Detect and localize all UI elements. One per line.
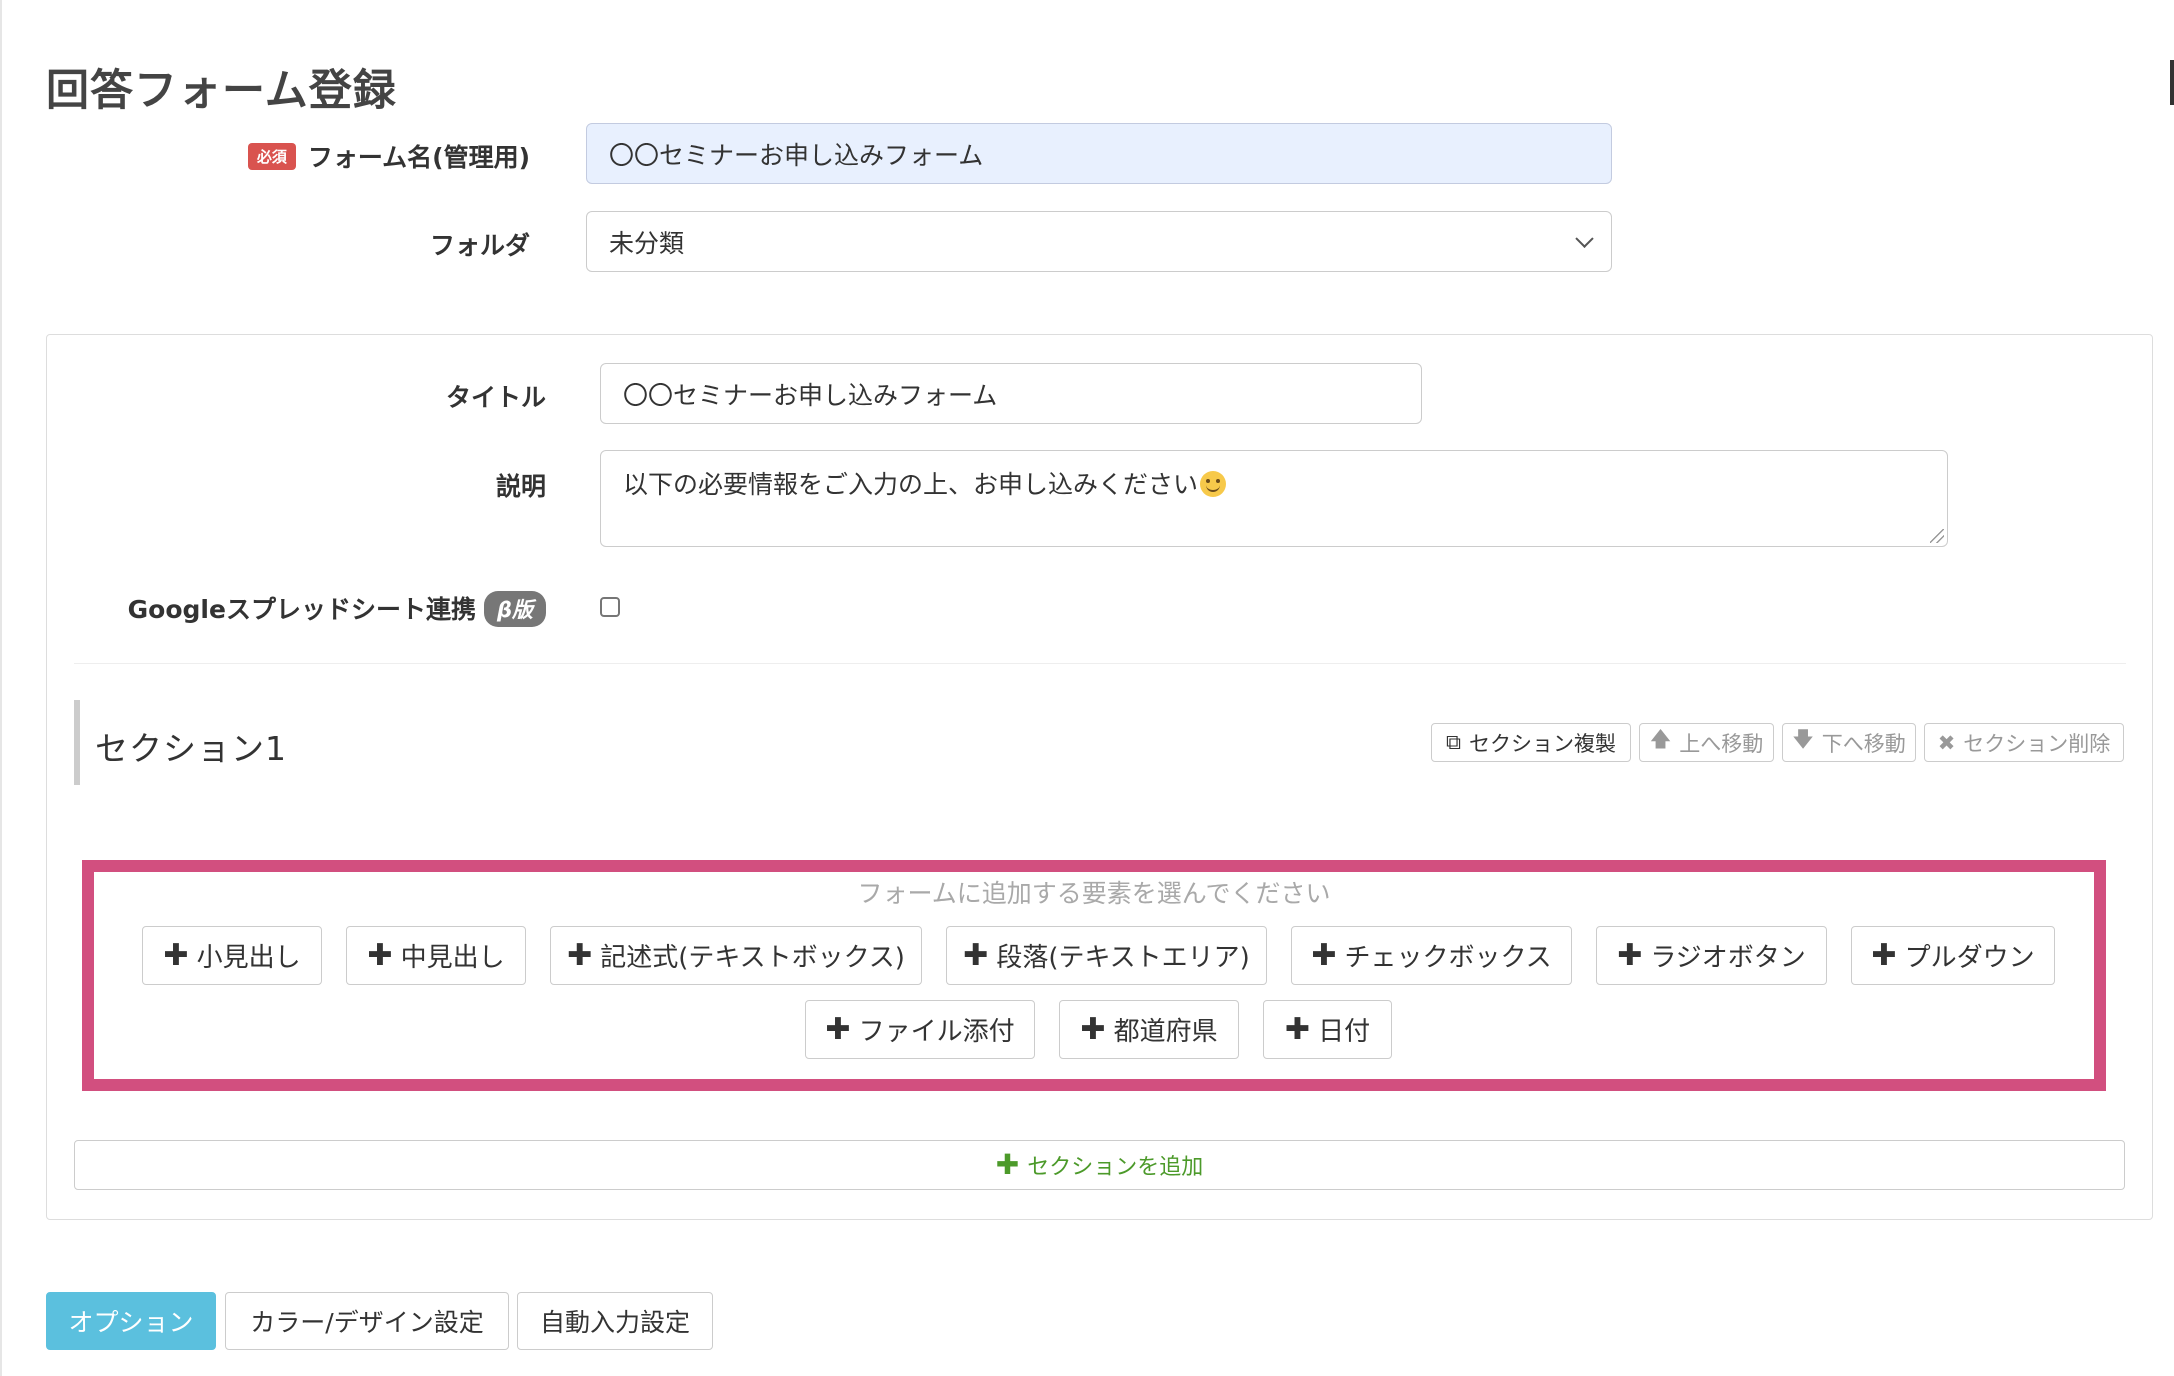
title-value: 〇〇セミナーお申し込みフォーム	[623, 380, 998, 410]
plus-icon: ✚	[367, 937, 393, 973]
plus-icon: ✚	[825, 1011, 851, 1047]
description-textarea[interactable]: 以下の必要情報をご入力の上、お申し込みください	[600, 450, 1948, 547]
folder-label: フォルダ	[429, 231, 530, 260]
plus-icon: ✚	[963, 937, 989, 973]
form-name-label-group: 必須 フォーム名(管理用)	[247, 138, 530, 174]
add-textbox-button[interactable]: ✚ 記述式(テキストボックス)	[550, 926, 922, 985]
spreadsheet-label: Googleスプレッドシート連携	[127, 595, 476, 624]
form-name-input[interactable]: 〇〇セミナーお申し込みフォーム	[586, 123, 1612, 184]
section-accent-bar	[74, 700, 80, 785]
add-radio-button[interactable]: ✚ ラジオボタン	[1596, 926, 1827, 985]
smile-emoji-icon	[1200, 471, 1227, 497]
title-label: タイトル	[445, 383, 546, 412]
arrow-up-icon: 🡅	[1649, 727, 1672, 751]
add-file-attachment-button[interactable]: ✚ ファイル添付	[805, 1000, 1035, 1059]
tab-autofill[interactable]: 自動入力設定	[517, 1292, 713, 1350]
spreadsheet-label-group: Googleスプレッドシート連携 β版	[128, 590, 546, 627]
section-title: セクション1	[95, 729, 287, 768]
plus-icon: ✚	[1284, 1011, 1311, 1047]
add-checkbox-button[interactable]: ✚ チェックボックス	[1291, 926, 1572, 985]
add-small-heading-button[interactable]: ✚ 小見出し	[142, 926, 322, 985]
description-label: 説明	[495, 472, 546, 501]
plus-icon: ✚	[1080, 1011, 1106, 1047]
duplicate-section-button[interactable]: ⧉ セクション複製	[1431, 723, 1631, 762]
copy-icon: ⧉	[1446, 730, 1461, 754]
required-badge: 必須	[247, 143, 296, 170]
add-date-button[interactable]: ✚ 日付	[1263, 1000, 1392, 1059]
beta-badge: β版	[483, 591, 546, 627]
plus-icon: ✚	[163, 937, 189, 973]
plus-icon: ✚	[567, 937, 593, 973]
chevron-down-icon	[1575, 229, 1594, 248]
add-textarea-button[interactable]: ✚ 段落(テキストエリア)	[946, 926, 1267, 985]
title-input[interactable]: 〇〇セミナーお申し込みフォーム	[600, 363, 1422, 424]
plus-icon: ✚	[1871, 937, 1897, 973]
resize-grip-icon[interactable]	[1930, 529, 1944, 543]
plus-icon: ✚	[995, 1148, 1020, 1181]
form-name-label: フォーム名(管理用)	[307, 143, 530, 172]
description-value: 以下の必要情報をご入力の上、お申し込みください	[623, 465, 1227, 501]
arrow-down-icon: 🡇	[1792, 727, 1814, 751]
scroll-marker	[2170, 60, 2174, 105]
plus-icon: ✚	[1617, 937, 1643, 973]
add-medium-heading-button[interactable]: ✚ 中見出し	[346, 926, 526, 985]
add-prefecture-button[interactable]: ✚ 都道府県	[1059, 1000, 1239, 1059]
add-dropdown-button[interactable]: ✚ プルダウン	[1851, 926, 2055, 985]
spreadsheet-checkbox[interactable]	[600, 597, 620, 617]
divider	[74, 663, 2126, 664]
folder-select[interactable]: 未分類	[586, 211, 1612, 272]
element-palette-hint: フォームに追加する要素を選んでください	[857, 879, 1331, 908]
tab-color-design[interactable]: カラー/デザイン設定	[225, 1292, 509, 1350]
plus-icon: ✚	[1311, 937, 1337, 973]
move-down-button[interactable]: 🡇 下へ移動	[1782, 723, 1916, 762]
form-name-value: 〇〇セミナーお申し込みフォーム	[609, 140, 984, 170]
left-edge	[0, 0, 2, 1376]
page-title: 回答フォーム登録	[46, 66, 397, 116]
delete-section-button[interactable]: ✖ セクション削除	[1924, 723, 2124, 762]
close-icon: ✖	[1937, 730, 1956, 755]
tab-options[interactable]: オプション	[46, 1292, 216, 1350]
move-up-button[interactable]: 🡅 上へ移動	[1639, 723, 1774, 762]
folder-select-value: 未分類	[609, 228, 685, 258]
add-section-button[interactable]: ✚ セクションを追加	[74, 1140, 2125, 1190]
